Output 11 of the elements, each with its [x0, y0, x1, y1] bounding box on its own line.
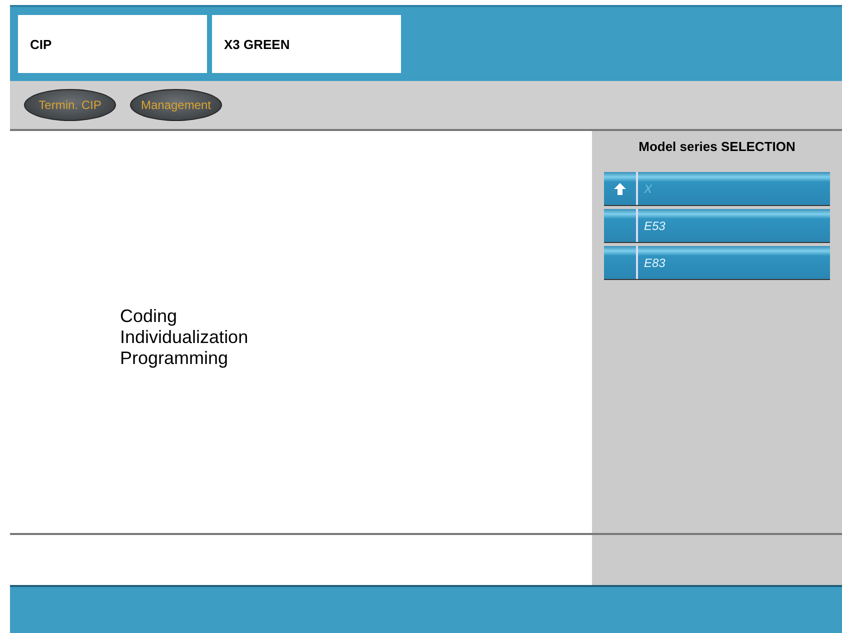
- menu-text: Coding: [120, 306, 178, 326]
- menu-text: Programming: [120, 348, 230, 368]
- toolbar-button[interactable]: Termin. CIP: [24, 89, 116, 121]
- panel-title: Model series SELECTION: [638, 139, 796, 154]
- header-field: X3 GREEN: [212, 15, 401, 73]
- model-series-item[interactable]: E83: [604, 246, 830, 280]
- header-field: CIP: [18, 15, 207, 73]
- model-series-item[interactable]: E53: [604, 209, 830, 243]
- menu-text: Individualization: [120, 326, 250, 348]
- up-arrow-icon: [613, 182, 627, 196]
- toolbar-button[interactable]: Management: [130, 89, 222, 121]
